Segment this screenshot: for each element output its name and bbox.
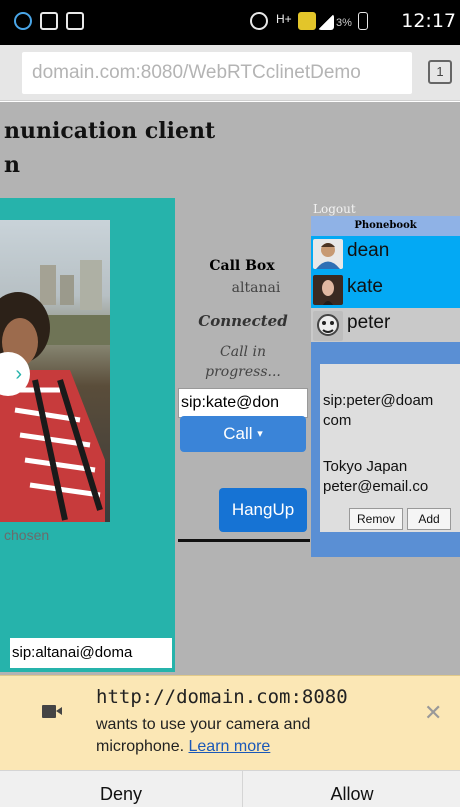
permission-message-continued: microphone. Learn more [96, 738, 270, 756]
permission-buttons: Deny Allow [0, 770, 460, 807]
network-icon: H+ [276, 12, 292, 26]
local-video: › [0, 220, 110, 522]
contact-row-peter[interactable]: peter [311, 308, 460, 344]
signal-icon [318, 14, 334, 30]
detail-sip: sip:peter@doam [323, 392, 434, 409]
camera-icon [42, 705, 62, 718]
status-bar: H+ 3% 12:17 [0, 0, 460, 45]
contact-row-kate[interactable]: kate [311, 272, 460, 308]
alarm-icon [250, 12, 268, 30]
call-progress-line1: Call in [220, 344, 266, 360]
detail-sip-continued: com [323, 412, 352, 429]
avatar-icon [317, 314, 339, 336]
permission-message: wants to use your camera and [96, 716, 311, 733]
page-title-continued: n [4, 152, 20, 178]
address-bar[interactable]: domain.com:8080/WebRTCclinetDemo [22, 52, 412, 94]
detail-email: peter@email.co [323, 478, 429, 495]
remove-contact-button[interactable]: Remov [349, 508, 403, 530]
logout-link[interactable]: Logout [313, 202, 356, 216]
add-contact-button[interactable]: Add [407, 508, 451, 530]
contact-row-dean[interactable]: dean [311, 236, 460, 272]
allow-button[interactable]: Allow [244, 771, 460, 807]
avatar [313, 239, 343, 269]
deny-button[interactable]: Deny [0, 771, 243, 807]
app-notification-icon [14, 12, 32, 30]
battery-icon [358, 12, 368, 30]
media-permission-infobar: http://domain.com:8080 wants to use your… [0, 675, 460, 770]
call-box-heading: Call Box [209, 258, 275, 274]
avatar [313, 311, 343, 341]
contact-name: dean [347, 240, 390, 261]
battery-percent: 3% [336, 17, 352, 29]
permission-message-end: microphone. [96, 738, 185, 755]
call-box-user: altanai [231, 280, 281, 296]
contact-name: kate [347, 276, 383, 297]
file-chooser-label: chosen [4, 527, 50, 543]
notification-icon [298, 12, 316, 30]
browser-toolbar: domain.com:8080/WebRTCclinetDemo 1 [0, 45, 460, 101]
call-progress-line2: progress... [205, 364, 281, 380]
web-page: nunication client n › chosen sip:altanai… [0, 102, 460, 675]
bag-icon [66, 12, 84, 30]
avatar-icon [322, 280, 334, 305]
avatar-icon [316, 243, 340, 269]
call-status: Connected [198, 312, 288, 330]
detail-location: Tokyo Japan [323, 458, 408, 475]
call-button-label: Call [223, 424, 253, 443]
phonebook-header: Phonebook [311, 216, 460, 236]
tab-switcher-icon[interactable]: 1 [428, 60, 452, 84]
contact-detail-card: sip:peter@doam com Tokyo Japan peter@ema… [320, 364, 460, 532]
close-icon[interactable]: ✕ [424, 700, 442, 726]
contact-detail-panel: sip:peter@doam com Tokyo Japan peter@ema… [311, 342, 460, 557]
page-title: nunication client [4, 118, 216, 144]
clock: 12:17 [401, 10, 456, 32]
contact-name: peter [347, 312, 391, 333]
sip-target-input[interactable]: sip:kate@don [178, 388, 308, 418]
caret-down-icon: ▾ [257, 428, 263, 440]
avatar [313, 275, 343, 305]
divider [178, 539, 310, 542]
gallery-icon [40, 12, 58, 30]
hangup-button[interactable]: HangUp [219, 488, 307, 532]
permission-origin: http://domain.com:8080 [96, 686, 348, 708]
learn-more-link[interactable]: Learn more [189, 738, 271, 755]
call-button[interactable]: Call ▾ [180, 416, 306, 452]
own-sip-address: sip:altanai@doma [10, 638, 172, 668]
